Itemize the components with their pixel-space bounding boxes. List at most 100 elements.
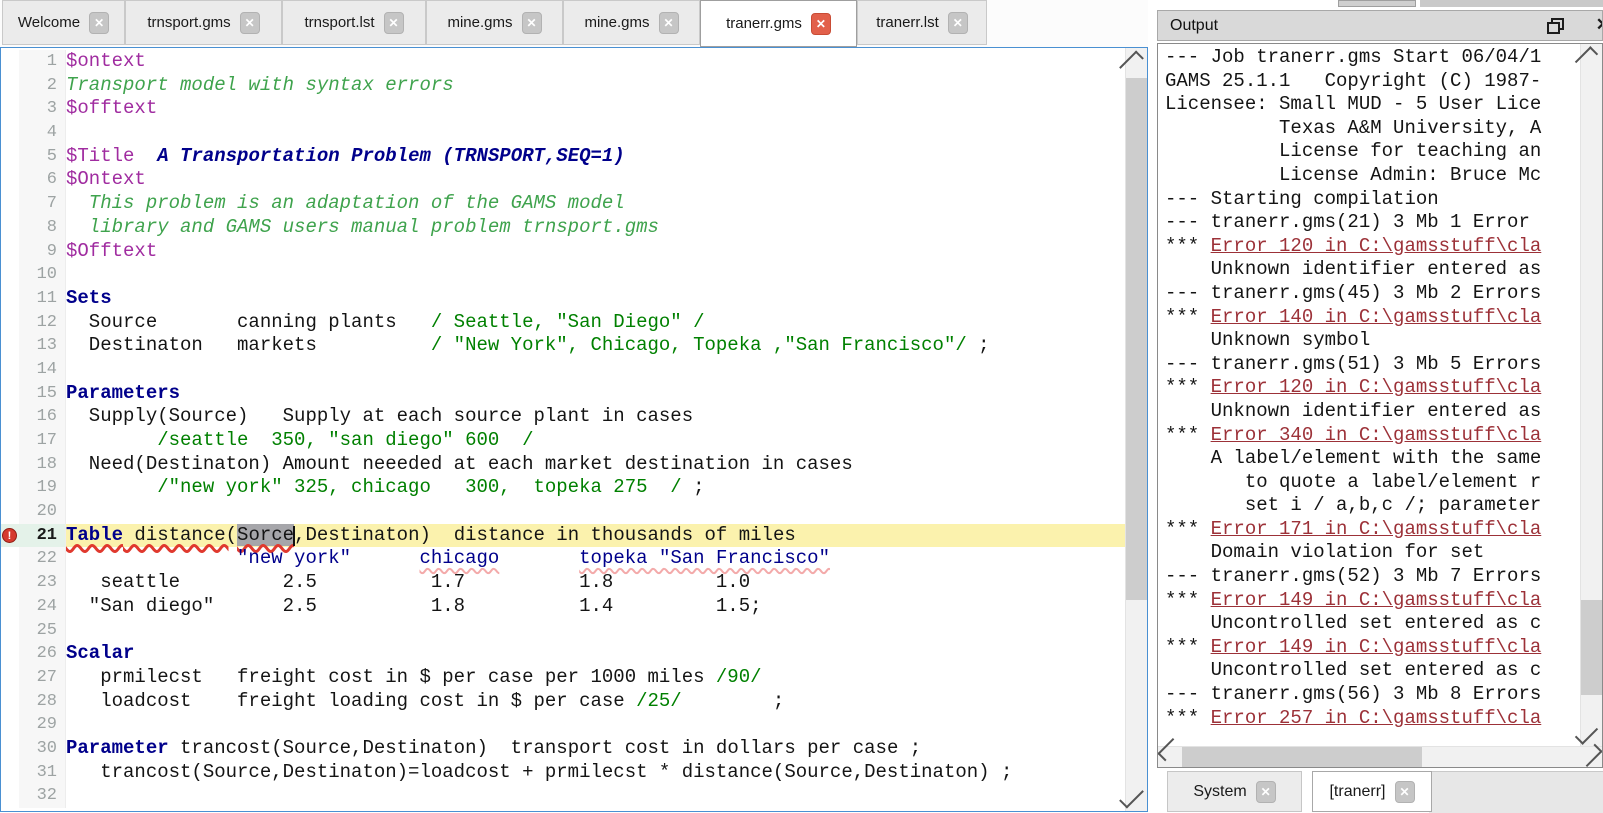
close-icon[interactable]: ✕: [1395, 781, 1415, 803]
scroll-up-button[interactable]: [1581, 44, 1602, 64]
gutter-margin: [1, 713, 19, 737]
error-icon[interactable]: !: [2, 528, 17, 543]
log-prefix: ***: [1165, 424, 1211, 446]
code-text: [66, 500, 1126, 524]
scroll-left-button[interactable]: [1158, 747, 1178, 767]
log-line: *** Error 120 in C:\gamsstuff\cla: [1165, 235, 1576, 259]
log-line: A label/element with the same: [1165, 447, 1576, 471]
code-line: 19 /"new york" 325, chicago 300, topeka …: [1, 476, 1126, 500]
close-icon[interactable]: ✕: [948, 12, 968, 34]
code-token: Scalar: [66, 642, 134, 664]
log-line: *** Error 257 in C:\gamsstuff\cla: [1165, 707, 1576, 731]
code-line: 17 /seattle 350, "san diego" 600 /: [1, 429, 1126, 453]
close-icon[interactable]: ✕: [384, 12, 404, 34]
code-text: $ontext: [66, 50, 1126, 74]
gutter-margin: [1, 737, 19, 761]
log-line: Licensee: Small MUD - 5 User Lice: [1165, 93, 1576, 117]
error-link[interactable]: Error 120 in C:\gamsstuff\cla: [1211, 235, 1542, 257]
log-prefix: ***: [1165, 707, 1211, 729]
code-token: $Title: [66, 145, 134, 167]
code-token: "new york": [237, 547, 351, 569]
log-line: --- tranerr.gms(45) 3 Mb 2 Errors: [1165, 282, 1576, 306]
close-icon[interactable]: ✕: [240, 12, 260, 34]
editor-tab-tranerr-lst[interactable]: tranerr.lst✕: [857, 0, 987, 45]
editor-tab-mine-gms[interactable]: mine.gms ✕: [563, 0, 700, 45]
code-line: 10: [1, 263, 1126, 287]
code-line: 14: [1, 358, 1126, 382]
scroll-right-button[interactable]: [1582, 747, 1602, 767]
log-line: Unknown identifier entered as: [1165, 400, 1576, 424]
code-text: $offtext: [66, 97, 1126, 121]
log-line: Unknown identifier entered as: [1165, 258, 1576, 282]
line-number: 18: [19, 453, 66, 477]
code-text: [66, 784, 1126, 808]
gutter-margin: [1, 334, 19, 358]
scroll-up-button[interactable]: [1126, 48, 1147, 70]
float-panel-icon[interactable]: [1547, 18, 1564, 34]
gutter-margin: [1, 690, 19, 714]
scroll-down-button[interactable]: [1126, 789, 1147, 811]
code-text: Transport model with syntax errors: [66, 74, 1126, 98]
error-link[interactable]: Error 149 in C:\gamsstuff\cla: [1211, 636, 1542, 658]
log-line: *** Error 171 in C:\gamsstuff\cla: [1165, 518, 1576, 542]
line-number: 6: [19, 168, 66, 192]
editor-tab-tranerr-gms[interactable]: tranerr.gms✕: [700, 0, 857, 47]
editor-tab-welcome[interactable]: Welcome✕: [2, 0, 125, 45]
log-prefix: ***: [1165, 376, 1211, 398]
code-token: chicago: [419, 547, 499, 569]
code-text: Sets: [66, 287, 1126, 311]
gutter-margin: [1, 595, 19, 619]
output-tab--tranerr-[interactable]: [tranerr]✕: [1312, 771, 1432, 812]
scrollbar-thumb[interactable]: [1126, 78, 1147, 600]
code-editor[interactable]: 1$ontext2Transport model with syntax err…: [0, 47, 1148, 812]
error-link[interactable]: Error 149 in C:\gamsstuff\cla: [1211, 589, 1542, 611]
log-line: --- tranerr.gms(52) 3 Mb 7 Errors: [1165, 565, 1576, 589]
error-link[interactable]: Error 120 in C:\gamsstuff\cla: [1211, 376, 1542, 398]
editor-tab-trnsport-gms[interactable]: trnsport.gms✕: [125, 0, 282, 45]
log-line: Domain violation for set: [1165, 541, 1576, 565]
close-icon[interactable]: ✕: [522, 12, 542, 34]
close-panel-icon[interactable]: ✕: [1596, 15, 1603, 35]
line-number: 7: [19, 192, 66, 216]
close-icon[interactable]: ✕: [1256, 781, 1276, 803]
editor-tab-mine-gms[interactable]: mine.gms✕: [426, 0, 563, 45]
scrollbar-thumb[interactable]: [1182, 747, 1422, 767]
float-panel-icon-front: [1547, 22, 1560, 34]
output-tab-system[interactable]: System✕: [1167, 771, 1302, 812]
error-link[interactable]: Error 171 in C:\gamsstuff\cla: [1211, 518, 1542, 540]
error-link[interactable]: Error 140 in C:\gamsstuff\cla: [1211, 306, 1542, 328]
code-text: "San diego" 2.5 1.8 1.4 1.5;: [66, 595, 1126, 619]
editor-vertical-scrollbar[interactable]: [1125, 48, 1147, 811]
code-text: /"new york" 325, chicago 300, topeka 275…: [66, 476, 1126, 500]
line-number: 2: [19, 74, 66, 98]
gutter-margin: [1, 571, 19, 595]
code-text: Parameter trancost(Source,Destinaton) tr…: [66, 737, 1126, 761]
code-line: 9$Offtext: [1, 240, 1126, 264]
line-number: 5: [19, 145, 66, 169]
code-line: 4: [1, 121, 1126, 145]
log-line: *** Error 140 in C:\gamsstuff\cla: [1165, 306, 1576, 330]
code-token: Need(Destinaton) Amount neeeded at each …: [66, 453, 853, 475]
scrollbar-thumb[interactable]: [1581, 600, 1602, 695]
code-token: $Offtext: [66, 240, 157, 262]
close-icon[interactable]: ✕: [659, 12, 679, 34]
top-scroll-fragment: [1338, 0, 1416, 7]
error-link[interactable]: Error 340 in C:\gamsstuff\cla: [1211, 424, 1542, 446]
error-link[interactable]: Error 257 in C:\gamsstuff\cla: [1211, 707, 1542, 729]
line-number: 14: [19, 358, 66, 382]
output-vertical-scrollbar[interactable]: [1580, 44, 1602, 747]
editor-tab-trnsport-lst[interactable]: trnsport.lst✕: [282, 0, 426, 45]
code-token: Parameters: [66, 382, 180, 404]
close-icon[interactable]: ✕: [811, 13, 831, 35]
output-log[interactable]: --- Job tranerr.gms Start 06/04/1GAMS 25…: [1165, 46, 1576, 745]
code-text: Parameters: [66, 382, 1126, 406]
log-line: GAMS 25.1.1 Copyright (C) 1987-: [1165, 70, 1576, 94]
output-horizontal-scrollbar[interactable]: [1158, 746, 1602, 767]
scroll-down-button[interactable]: [1581, 727, 1602, 747]
line-number: 31: [19, 761, 66, 785]
close-icon[interactable]: ✕: [89, 12, 109, 34]
code-token: Supply(Source) Supply at each source pla…: [66, 405, 693, 427]
code-area[interactable]: 1$ontext2Transport model with syntax err…: [1, 48, 1126, 811]
line-number: 4: [19, 121, 66, 145]
tab-label: mine.gms: [584, 14, 649, 31]
